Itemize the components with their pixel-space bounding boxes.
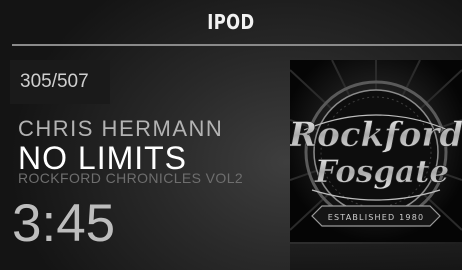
page-title: IPOD bbox=[207, 10, 255, 34]
logo-line1: Rockford bbox=[290, 115, 462, 155]
album-art[interactable]: Rockford Fosgate ESTABLISHED 1980 bbox=[290, 60, 462, 242]
album-art-reflection bbox=[290, 244, 462, 270]
artist-name: CHRIS HERMANN bbox=[18, 116, 224, 141]
title-bar: IPOD bbox=[0, 0, 462, 44]
logo-line2: Fosgate bbox=[314, 154, 449, 190]
elapsed-time: 3:45 bbox=[12, 194, 116, 253]
ipod-screen: IPOD 305/507 CHRIS HERMANN NO LIMITS ROC… bbox=[0, 0, 462, 270]
title-divider bbox=[12, 44, 462, 46]
logo-banner-text: ESTABLISHED 1980 bbox=[328, 213, 425, 222]
album-art-logo: Rockford Fosgate ESTABLISHED 1980 bbox=[290, 60, 462, 242]
album-name: ROCKFORD CHRONICLES VOL2 bbox=[18, 170, 244, 186]
track-counter: 305/507 bbox=[20, 71, 89, 92]
